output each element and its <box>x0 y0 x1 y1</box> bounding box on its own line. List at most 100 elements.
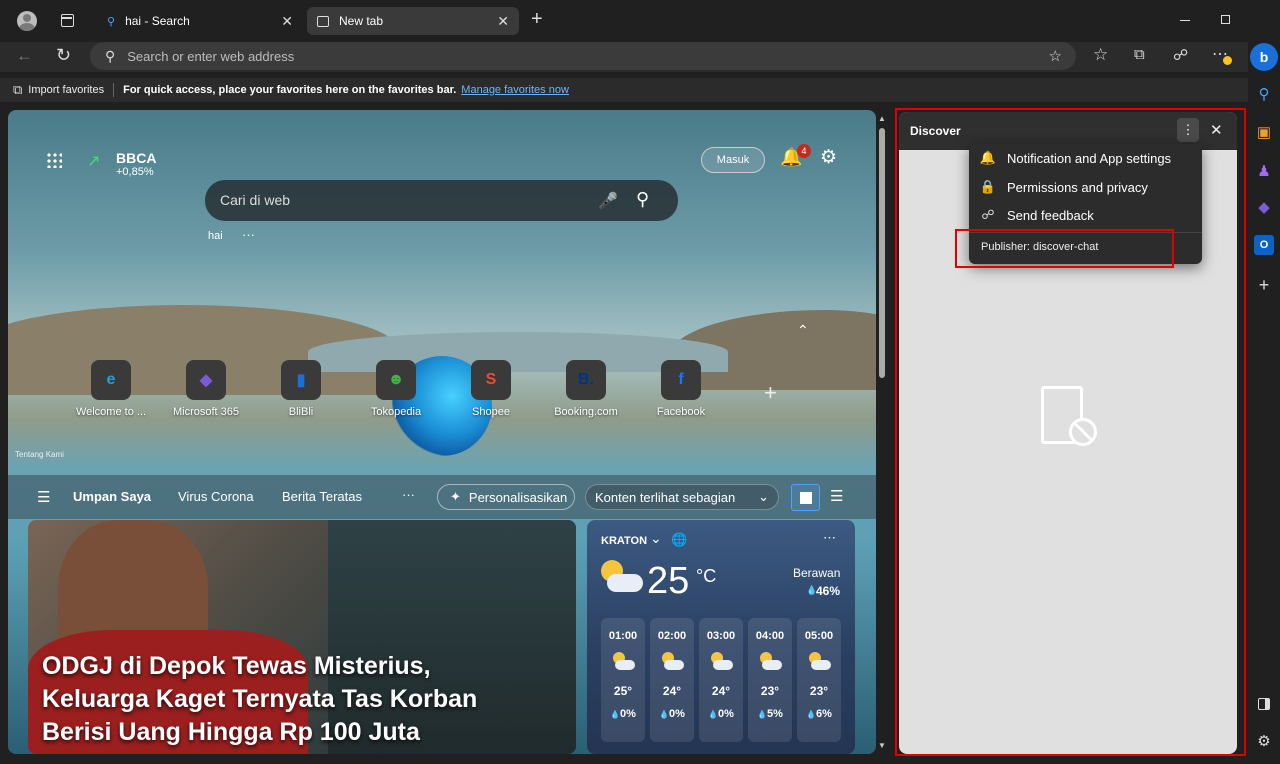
search-icon[interactable]: ⚲ <box>636 189 649 210</box>
copilot-icon[interactable]: b <box>1250 43 1278 71</box>
quick-link-tile[interactable]: S <box>471 360 511 400</box>
import-favorites-button[interactable]: Import favorites <box>28 84 104 96</box>
recent-search-more-icon[interactable]: ··· <box>242 227 255 242</box>
feedback-icon: ☍ <box>981 207 995 222</box>
manage-favorites-link[interactable]: Manage favorites now <box>461 84 569 96</box>
partly-cloudy-icon <box>601 560 645 600</box>
web-search-box[interactable]: Cari di web 🎤 ⚲ <box>205 180 678 221</box>
add-quick-link-button[interactable]: + <box>764 380 777 406</box>
tab-strip: ⚲ hai - Search ✕ New tab ✕ + ✕ <box>0 0 1271 42</box>
droplet-icon: 💧 <box>659 710 670 719</box>
quick-link-icon: e <box>106 371 116 388</box>
feed-tab-top-stories[interactable]: Berita Teratas <box>282 489 362 504</box>
quick-link-label[interactable]: Welcome to ... <box>63 406 159 418</box>
chevron-down-icon[interactable]: ⌄ <box>650 530 662 547</box>
signin-button[interactable]: Masuk <box>701 147 765 173</box>
profile-avatar[interactable] <box>17 11 37 31</box>
grid-view-icon[interactable] <box>791 484 820 511</box>
new-tab-button[interactable]: + <box>531 8 543 31</box>
hourly-forecast-item: 05:00 23° 💧6% <box>797 618 841 742</box>
scroll-down-icon[interactable]: ▼ <box>878 741 886 750</box>
menu-item-permissions[interactable]: 🔒 Permissions and privacy <box>969 173 1202 201</box>
microphone-icon[interactable]: 🎤 <box>598 191 618 211</box>
tab-newtab[interactable]: New tab ✕ <box>307 7 519 35</box>
hour-time: 05:00 <box>804 630 834 642</box>
menu-item-send-feedback[interactable]: ☍ Send feedback <box>969 201 1202 229</box>
newtab-icon <box>317 15 329 27</box>
quick-link-tile[interactable]: e <box>91 360 131 400</box>
quick-link-label[interactable]: Booking.com <box>538 406 634 418</box>
weather-location[interactable]: KRATON <box>601 535 647 547</box>
weather-more-icon[interactable]: ⋯ <box>823 530 836 546</box>
feed-more-icon[interactable]: ··· <box>402 487 415 502</box>
hour-precip: 💧6% <box>797 708 841 720</box>
bell-icon: 🔔 <box>979 150 997 165</box>
about-link[interactable]: Tentang Kami <box>15 450 64 459</box>
quick-link-tile[interactable]: ▮ <box>281 360 321 400</box>
hide-sidebar-icon[interactable] <box>1254 694 1274 714</box>
search-icon[interactable]: ⚲ <box>1254 84 1274 104</box>
menu-item-label: Send feedback <box>1007 207 1094 223</box>
feed-menu-icon[interactable]: ☰ <box>37 488 50 506</box>
page-scrollbar[interactable]: ▲ ▼ <box>876 112 888 754</box>
stock-trend-icon: ↗ <box>87 153 101 170</box>
menu-item-label: Notification and App settings <box>1007 150 1172 166</box>
hourly-forecast-item: 04:00 23° 💧5% <box>748 618 792 742</box>
feed-tab-corona[interactable]: Virus Corona <box>178 489 254 504</box>
personalize-button[interactable]: ✦ Personalisasikan <box>437 484 575 510</box>
stock-change: +0,85% <box>116 166 154 178</box>
lock-icon: 🔒 <box>979 179 997 194</box>
address-bar[interactable]: ⚲ Search or enter web address ☆ <box>90 42 1076 70</box>
favorites-icon[interactable]: ☆ <box>1093 45 1108 65</box>
scroll-thumb[interactable] <box>879 128 885 378</box>
refresh-button[interactable]: ↻ <box>56 45 71 66</box>
feed-tab-my-feed[interactable]: Umpan Saya <box>73 489 151 504</box>
minimize-button[interactable] <box>1180 20 1190 21</box>
shopping-icon[interactable]: ▣ <box>1254 122 1274 142</box>
droplet-icon: 💧 <box>610 710 621 719</box>
restore-button[interactable] <box>1221 15 1230 24</box>
back-button[interactable]: ← <box>16 46 33 66</box>
quick-link-tile[interactable]: f <box>661 360 701 400</box>
apps-launcher-icon[interactable] <box>46 152 62 168</box>
globe-icon[interactable]: 🌐 <box>671 532 687 548</box>
sidebar-settings-icon[interactable]: ⚙ <box>1254 731 1274 751</box>
search-icon: ⚲ <box>107 15 116 28</box>
games-icon[interactable]: ♟ <box>1254 161 1274 181</box>
hour-precip: 💧0% <box>699 708 743 720</box>
quick-link-icon: S <box>485 371 497 388</box>
list-view-icon[interactable]: ☰ <box>830 487 843 505</box>
tab-actions-icon[interactable] <box>61 14 74 27</box>
toolbar: ← ↻ ⚲ Search or enter web address ☆ ☆ ⧉ … <box>0 42 1248 72</box>
tab-search[interactable]: ⚲ hai - Search ✕ <box>97 7 303 35</box>
close-tab-icon[interactable]: ✕ <box>281 13 293 30</box>
news-card[interactable]: ODGJ di Depok Tewas Misterius, Keluarga … <box>28 520 576 754</box>
collapse-chevron-icon[interactable]: ⌃ <box>797 322 809 339</box>
add-app-icon[interactable]: + <box>1254 275 1274 295</box>
menu-item-notification-settings[interactable]: 🔔 Notification and App settings <box>969 144 1202 172</box>
quick-link-tile[interactable]: ☻ <box>376 360 416 400</box>
hour-temp: 24° <box>662 684 682 698</box>
stock-symbol[interactable]: BBCA <box>116 150 156 166</box>
scroll-up-icon[interactable]: ▲ <box>878 114 886 123</box>
content-visibility-dropdown[interactable]: Konten terlihat sebagian ⌄ <box>585 484 779 510</box>
outlook-icon[interactable]: O <box>1254 235 1274 255</box>
extensions-icon[interactable]: ☍ <box>1173 46 1188 64</box>
news-headline[interactable]: ODGJ di Depok Tewas Misterius, Keluarga … <box>42 650 542 749</box>
quick-link-tile[interactable]: B. <box>566 360 606 400</box>
quick-link-label[interactable]: Tokopedia <box>348 406 444 418</box>
add-favorite-icon[interactable]: ☆ <box>1049 47 1062 65</box>
quick-link-label[interactable]: Shopee <box>443 406 539 418</box>
quick-link-label[interactable]: Microsoft 365 <box>158 406 254 418</box>
quick-link-icon: ◆ <box>199 372 213 389</box>
microsoft365-icon[interactable]: ◆ <box>1254 197 1274 217</box>
collections-icon[interactable]: ⧉ <box>1134 46 1145 63</box>
weather-card[interactable]: KRATON ⌄ 🌐 ⋯ 25 °C Berawan 💧 46% 01:00 25… <box>587 520 855 754</box>
notification-badge: 4 <box>797 144 811 158</box>
quick-link-label[interactable]: Facebook <box>633 406 729 418</box>
page-settings-icon[interactable]: ⚙ <box>820 146 837 169</box>
recent-search-chip[interactable]: hai <box>208 230 223 242</box>
close-tab-icon[interactable]: ✕ <box>497 13 509 30</box>
quick-link-tile[interactable]: ◆ <box>186 360 226 400</box>
quick-link-label[interactable]: BliBli <box>253 406 349 418</box>
